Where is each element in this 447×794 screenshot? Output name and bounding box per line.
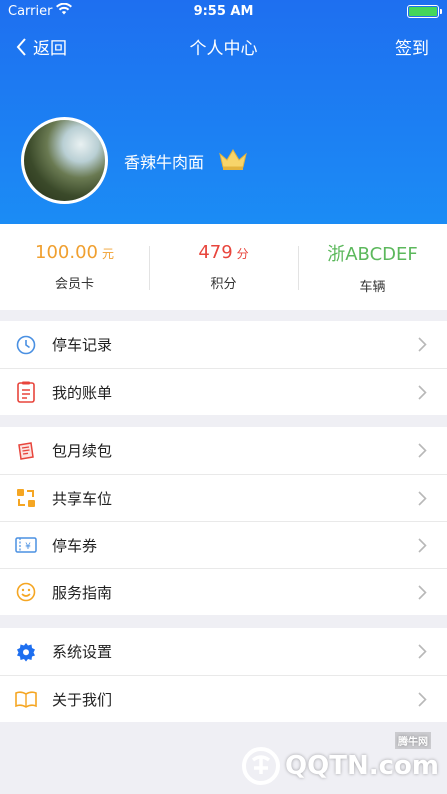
chevron-right-icon [418,585,427,600]
stat-label: 积分 [210,277,237,292]
status-bar: Carrier 9:55 AM [0,0,447,24]
stat-value: 100.00 [35,242,98,263]
menu-group-2: 包月续包 共享车位 ¥ 停车券 服务指南 [0,427,447,615]
profile: 香辣牛肉面 [21,117,248,204]
chevron-right-icon [418,538,427,553]
watermark-small: 腾牛网 [395,732,431,749]
chevron-right-icon [418,644,427,659]
chevron-right-icon [418,443,427,458]
smile-icon [15,581,37,603]
username: 香辣牛肉面 [124,152,205,172]
coupon-icon: ¥ [15,534,37,556]
chevron-right-icon [418,385,427,400]
chevron-right-icon [418,337,427,352]
clock-time: 9:55 AM [193,4,254,19]
gear-icon [15,641,37,663]
menu-item-label: 共享车位 [52,489,113,508]
stat-unit: 分 [236,247,249,261]
avatar[interactable] [21,117,108,204]
stat-value: 479 [198,242,233,263]
stat-membership-card[interactable]: 100.00 元 会员卡 [0,224,149,310]
menu-group-1: 停车记录 我的账单 [0,321,447,415]
stat-label: 会员卡 [54,277,94,292]
stats-bar: 100.00 元 会员卡 479 分 积分 浙ABCDEF 车辆 [0,224,447,310]
nav-bar: 返回 个人中心 签到 [0,30,447,62]
stat-label: 车辆 [359,279,386,295]
ticket-icon [15,440,37,462]
menu-item-shared-parking[interactable]: 共享车位 [0,474,447,521]
svg-text:¥: ¥ [25,542,31,552]
menu-item-label: 服务指南 [52,583,113,602]
stat-vehicle[interactable]: 浙ABCDEF 车辆 [298,224,447,310]
watermark: 腾牛网 QQTN.com [241,732,439,786]
menu-item-monthly-renewal[interactable]: 包月续包 [0,427,447,474]
stat-value: 浙ABCDEF [327,243,418,265]
watermark-text: QQTN.com [285,751,439,781]
menu-item-system-settings[interactable]: 系统设置 [0,628,447,675]
crown-icon [218,147,248,175]
menu-item-label: 关于我们 [52,690,113,709]
clock-icon [15,334,37,356]
menu-item-label: 停车记录 [52,336,113,354]
battery-icon [407,5,442,18]
menu-item-label: 包月续包 [52,442,113,460]
menu-group-3: 系统设置 关于我们 [0,628,447,722]
menu-item-parking-records[interactable]: 停车记录 [0,321,447,368]
chevron-right-icon [418,491,427,506]
menu-item-service-guide[interactable]: 服务指南 [0,568,447,615]
chevron-right-icon [418,692,427,707]
stat-points[interactable]: 479 分 积分 [149,224,298,310]
menu-item-my-bill[interactable]: 我的账单 [0,368,447,415]
bill-icon [15,381,37,403]
page-title: 个人中心 [189,39,258,59]
share-icon [15,487,37,509]
menu-item-parking-coupon[interactable]: ¥ 停车券 [0,521,447,568]
menu-item-about-us[interactable]: 关于我们 [0,675,447,722]
menu-item-label: 系统设置 [52,643,113,661]
watermark-logo-icon [242,747,281,785]
header: Carrier 9:55 AM 返回 个人中心 签到 香辣牛肉面 [0,0,447,224]
stat-unit: 元 [101,247,114,261]
signin-button[interactable]: 签到 [395,34,429,59]
book-icon [15,688,37,710]
menu-item-label: 停车券 [52,536,98,555]
menu-item-label: 我的账单 [52,383,113,402]
